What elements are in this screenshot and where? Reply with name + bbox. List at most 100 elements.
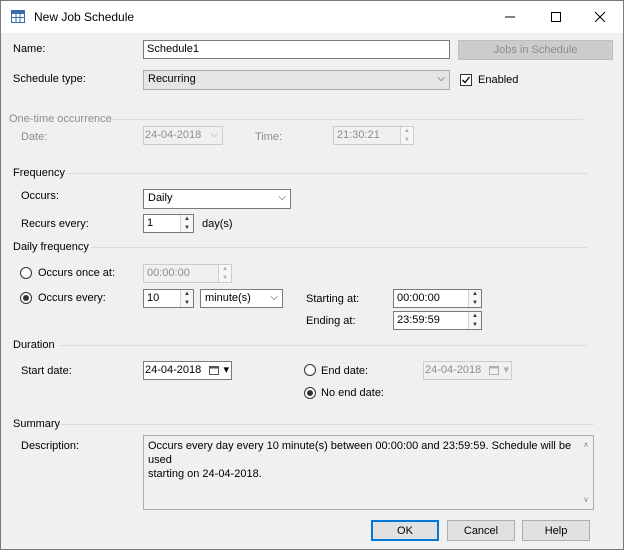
one-time-date-picker[interactable]: 24-04-2018 ⌵ xyxy=(143,126,223,145)
window-title: New Job Schedule xyxy=(34,10,135,24)
chevron-down-icon: ⌵ xyxy=(437,73,445,84)
scroll-down-icon[interactable]: ∨ xyxy=(579,493,593,507)
chevron-down-icon: ⌵ xyxy=(210,129,218,140)
spin-up-icon: ▲ xyxy=(184,291,190,298)
once-time-spinner[interactable]: ▲ ▼ xyxy=(218,265,231,282)
one-time-date-value: 24-04-2018 xyxy=(145,129,202,141)
occurs-once-time-field[interactable]: 00:00:00 ▲ ▼ xyxy=(143,264,232,283)
schedule-type-value: Recurring xyxy=(148,73,196,85)
end-date-value: 24-04-2018 xyxy=(425,364,482,376)
chevron-down-icon: ⌵ xyxy=(278,192,286,203)
spin-down-icon: ▼ xyxy=(404,136,410,143)
name-field[interactable]: Schedule1 xyxy=(143,40,450,59)
occurs-every-label: Occurs every: xyxy=(38,292,106,304)
spin-down-icon: ▼ xyxy=(184,224,190,231)
spin-up-icon: ▲ xyxy=(184,216,190,223)
one-time-occurrence-title: One-time occurrence xyxy=(9,113,112,125)
description-label: Description: xyxy=(21,440,80,452)
occurs-every-field[interactable]: 10 ▲ ▼ xyxy=(143,289,194,308)
schedule-type-label: Schedule type: xyxy=(13,73,86,85)
occurs-once-label: Occurs once at: xyxy=(38,267,116,279)
start-date-value: 24-04-2018 xyxy=(145,364,202,376)
frequency-title: Frequency xyxy=(13,167,65,179)
one-time-date-label: Date: xyxy=(21,131,48,143)
ok-button[interactable]: OK xyxy=(371,520,439,541)
spin-down-icon: ▼ xyxy=(472,299,478,306)
occurs-once-radio[interactable] xyxy=(20,267,32,279)
minimize-icon xyxy=(505,16,515,18)
starting-spinner[interactable]: ▲ ▼ xyxy=(468,290,481,307)
recurs-unit-label: day(s) xyxy=(202,218,233,230)
summary-title: Summary xyxy=(13,418,61,430)
close-icon xyxy=(595,12,605,22)
calendar-icon xyxy=(209,365,219,378)
enabled-label: Enabled xyxy=(478,74,519,86)
recurs-every-field[interactable]: 1 ▲ ▼ xyxy=(143,214,194,233)
schedule-type-select[interactable]: Recurring ⌵ xyxy=(143,70,450,90)
schedule-grid-icon xyxy=(11,10,25,23)
occurs-every-radio[interactable] xyxy=(20,292,32,304)
description-textarea[interactable]: Occurs every day every 10 minute(s) betw… xyxy=(143,435,594,510)
spin-up-icon: ▲ xyxy=(222,266,228,273)
title-bar: New Job Schedule xyxy=(1,1,623,33)
starting-at-value: 00:00:00 xyxy=(397,292,440,304)
spin-up-icon: ▲ xyxy=(472,291,478,298)
starting-at-label: Starting at: xyxy=(306,293,360,305)
summary-divider xyxy=(59,424,594,425)
description-scrollbar[interactable]: ∧ ∨ xyxy=(579,436,593,509)
start-date-label: Start date: xyxy=(21,365,72,377)
time-spinner[interactable]: ▲ ▼ xyxy=(400,127,413,144)
help-button[interactable]: Help xyxy=(522,520,590,541)
recurs-every-label: Recurs every: xyxy=(21,218,89,230)
ending-at-value: 23:59:59 xyxy=(397,314,440,326)
name-label: Name: xyxy=(13,43,46,55)
end-date-label: End date: xyxy=(321,365,369,377)
end-date-radio[interactable] xyxy=(304,364,316,376)
interval-unit-select[interactable]: minute(s) ⌵ xyxy=(200,289,283,308)
one-time-time-field[interactable]: 21:30:21 ▲ ▼ xyxy=(333,126,414,145)
calendar-icon xyxy=(489,365,499,378)
duration-title: Duration xyxy=(13,339,55,351)
occurs-once-time-value: 00:00:00 xyxy=(147,267,190,279)
spin-up-icon: ▲ xyxy=(472,313,478,320)
occurs-select[interactable]: Daily ⌵ xyxy=(143,189,291,209)
occurs-label: Occurs: xyxy=(21,190,59,202)
start-date-picker[interactable]: 24-04-2018 ▾ xyxy=(143,361,232,380)
ending-at-field[interactable]: 23:59:59 ▲ ▼ xyxy=(393,311,482,330)
close-window-button[interactable] xyxy=(577,1,623,33)
spin-up-icon: ▲ xyxy=(404,128,410,135)
enabled-checkbox[interactable] xyxy=(460,74,472,86)
recurs-every-value: 1 xyxy=(147,217,154,229)
interval-unit-value: minute(s) xyxy=(205,292,251,304)
ending-spinner[interactable]: ▲ ▼ xyxy=(468,312,481,329)
ending-at-label: Ending at: xyxy=(306,315,356,327)
starting-at-field[interactable]: 00:00:00 ▲ ▼ xyxy=(393,289,482,308)
spin-down-icon: ▼ xyxy=(222,274,228,281)
no-end-date-label: No end date: xyxy=(321,387,384,399)
one-time-time-value: 21:30:21 xyxy=(337,129,380,141)
every-spinner[interactable]: ▲ ▼ xyxy=(180,290,193,307)
occurs-value: Daily xyxy=(148,192,173,204)
one-time-divider xyxy=(107,119,583,120)
daily-frequency-divider xyxy=(91,247,588,248)
new-job-schedule-dialog: New Job Schedule Name: Schedule1 Jobs in… xyxy=(0,0,624,550)
calendar-dropdown-icon: ▾ xyxy=(503,364,509,376)
daily-frequency-title: Daily frequency xyxy=(13,241,89,253)
calendar-dropdown-icon: ▾ xyxy=(223,364,229,376)
one-time-time-label: Time: xyxy=(255,131,283,143)
frequency-divider xyxy=(67,173,588,174)
spin-down-icon: ▼ xyxy=(184,299,190,306)
spin-down-icon: ▼ xyxy=(472,321,478,328)
checkmark-icon xyxy=(462,76,471,84)
no-end-date-radio[interactable] xyxy=(304,387,316,399)
minimize-button[interactable] xyxy=(487,1,533,33)
jobs-in-schedule-button[interactable]: Jobs in Schedule xyxy=(458,40,613,60)
scroll-up-icon[interactable]: ∧ xyxy=(579,438,593,452)
cancel-button[interactable]: Cancel xyxy=(447,520,515,541)
maximize-button[interactable] xyxy=(533,1,579,33)
duration-divider xyxy=(59,345,588,346)
recurs-spinner[interactable]: ▲ ▼ xyxy=(180,215,193,232)
description-line-2: starting on 24-04-2018. xyxy=(148,468,262,480)
maximize-icon xyxy=(551,12,561,22)
end-date-picker[interactable]: 24-04-2018 ▾ xyxy=(423,361,512,380)
